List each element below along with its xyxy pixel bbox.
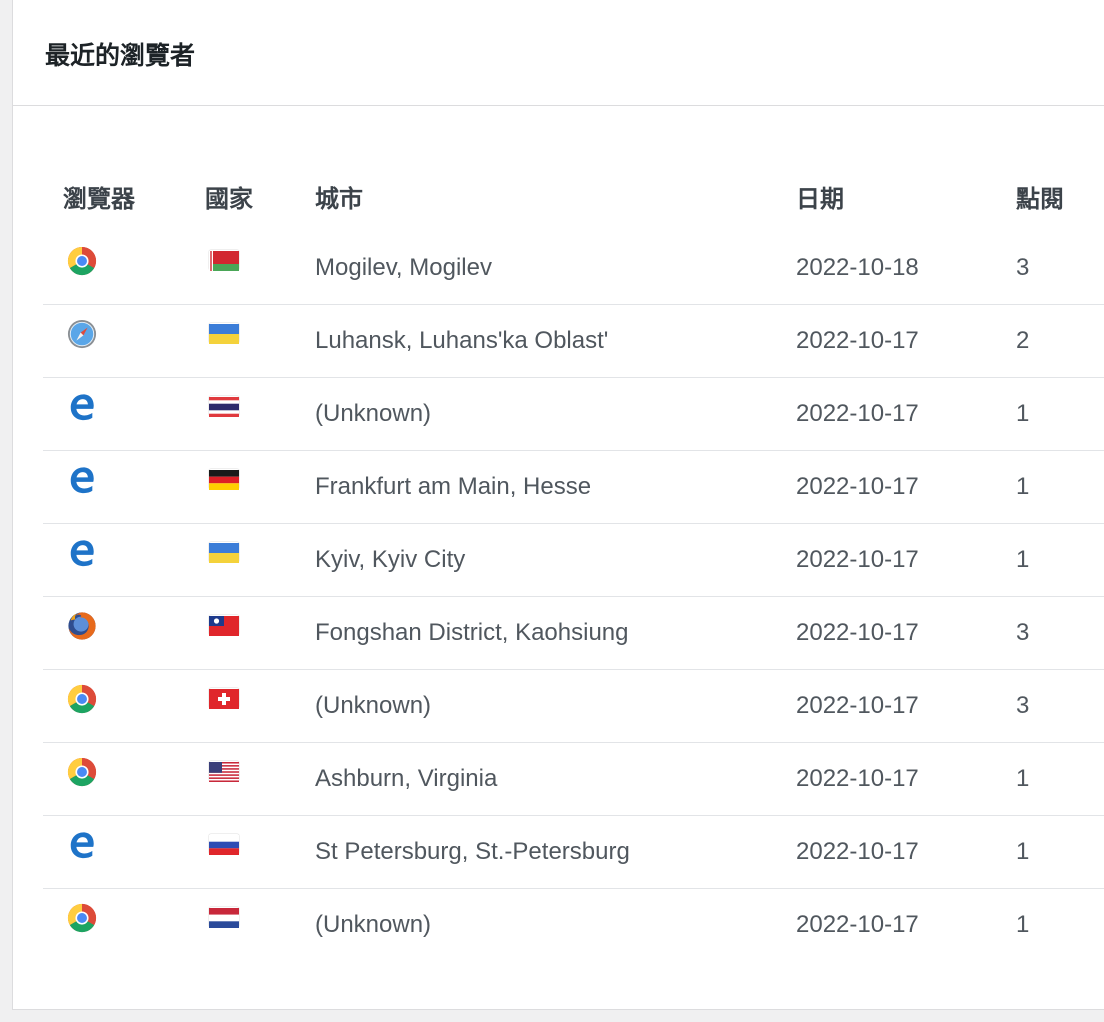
hits-cell: 3 [1016,254,1030,281]
country-cell [205,523,315,597]
widget-header: 最近的瀏覽者 [13,0,1104,106]
country-cell [205,669,315,743]
switzerland-flag-icon [209,688,239,709]
date-cell: 2022-10-17 [796,888,1016,961]
city-cell: Mogilev, Mogilev [315,254,492,281]
hits-cell: 1 [1016,888,1104,961]
column-header-date: 日期 [796,185,844,213]
hits-cell: 1 [1016,815,1104,889]
browser-cell [43,596,205,670]
table-row: Fongshan District, Kaohsiung 2022-10-17 3 [43,596,1104,670]
browser-cell [43,669,205,743]
ukraine-flag-icon [209,323,239,344]
table-row: Frankfurt am Main, Hesse 2022-10-17 1 [43,450,1104,524]
firefox-icon [67,611,97,641]
recent-visitors-widget: 最近的瀏覽者 瀏覽器 國家 城市 日期 點閱 Mogilev, Mogilev 2… [12,0,1104,1010]
russia-flag-icon [209,834,239,855]
country-cell [205,596,315,670]
date-cell: 2022-10-17 [796,669,1016,743]
city-cell: Fongshan District, Kaohsiung [315,596,796,670]
table-row: (Unknown) 2022-10-17 1 [43,377,1104,451]
germany-flag-icon [209,469,239,490]
country-cell [205,232,315,305]
table-row: Kyiv, Kyiv City 2022-10-17 1 [43,523,1104,597]
city-cell: (Unknown) [315,377,796,451]
browser-cell [43,888,205,961]
edge-icon [67,392,97,422]
browser-cell [43,232,205,305]
city-cell: Frankfurt am Main, Hesse [315,450,796,524]
table-row: Luhansk, Luhans'ka Oblast' 2022-10-17 2 [43,304,1104,378]
country-cell [205,888,315,961]
column-header-city: 城市 [315,185,363,213]
hits-cell: 3 [1016,669,1104,743]
chrome-icon [67,757,97,787]
date-cell: 2022-10-17 [796,742,1016,816]
country-cell [205,377,315,451]
browser-cell [43,377,205,451]
table-row: St Petersburg, St.-Petersburg 2022-10-17 1 [43,815,1104,889]
chrome-icon [67,903,97,933]
city-cell: St Petersburg, St.-Petersburg [315,815,796,889]
browser-cell [43,304,205,378]
country-cell [205,450,315,524]
table-row: (Unknown) 2022-10-17 3 [43,669,1104,743]
safari-icon [67,319,97,349]
chrome-icon [67,684,97,714]
hits-cell: 2 [1016,304,1104,378]
date-cell: 2022-10-18 [796,254,919,281]
column-header-browser: 瀏覽器 [63,185,135,213]
table-row: (Unknown) 2022-10-17 1 [43,888,1104,961]
city-cell: (Unknown) [315,669,796,743]
chrome-icon [67,246,97,276]
netherlands-flag-icon [209,907,239,928]
edge-icon [67,465,97,495]
edge-icon [67,830,97,860]
city-cell: (Unknown) [315,888,796,961]
country-cell [205,815,315,889]
ukraine-flag-icon [209,542,239,563]
date-cell: 2022-10-17 [796,377,1016,451]
date-cell: 2022-10-17 [796,304,1016,378]
taiwan-flag-icon [209,615,239,636]
city-cell: Luhansk, Luhans'ka Oblast' [315,304,796,378]
table-row: Ashburn, Virginia 2022-10-17 1 [43,742,1104,816]
table-header-row: 瀏覽器 國家 城市 日期 點閱 [43,160,1104,232]
column-header-country: 國家 [205,185,253,213]
browser-cell [43,523,205,597]
usa-flag-icon [209,761,239,782]
hits-cell: 3 [1016,596,1104,670]
hits-cell: 1 [1016,523,1104,597]
browser-cell [43,815,205,889]
edge-icon [67,538,97,568]
date-cell: 2022-10-17 [796,815,1016,889]
belarus-flag-icon [209,250,239,271]
city-cell: Ashburn, Virginia [315,742,796,816]
column-header-hits: 點閱 [1016,185,1064,213]
date-cell: 2022-10-17 [796,450,1016,524]
country-cell [205,742,315,816]
widget-title: 最近的瀏覽者 [45,42,196,70]
table-row: Mogilev, Mogilev 2022-10-18 3 [43,232,1104,305]
browser-cell [43,450,205,524]
hits-cell: 1 [1016,377,1104,451]
thailand-flag-icon [209,396,239,417]
date-cell: 2022-10-17 [796,596,1016,670]
visitors-table: 瀏覽器 國家 城市 日期 點閱 Mogilev, Mogilev 2022-10-… [43,160,1104,961]
city-cell: Kyiv, Kyiv City [315,523,796,597]
hits-cell: 1 [1016,742,1104,816]
browser-cell [43,742,205,816]
hits-cell: 1 [1016,450,1104,524]
date-cell: 2022-10-17 [796,523,1016,597]
country-cell [205,304,315,378]
